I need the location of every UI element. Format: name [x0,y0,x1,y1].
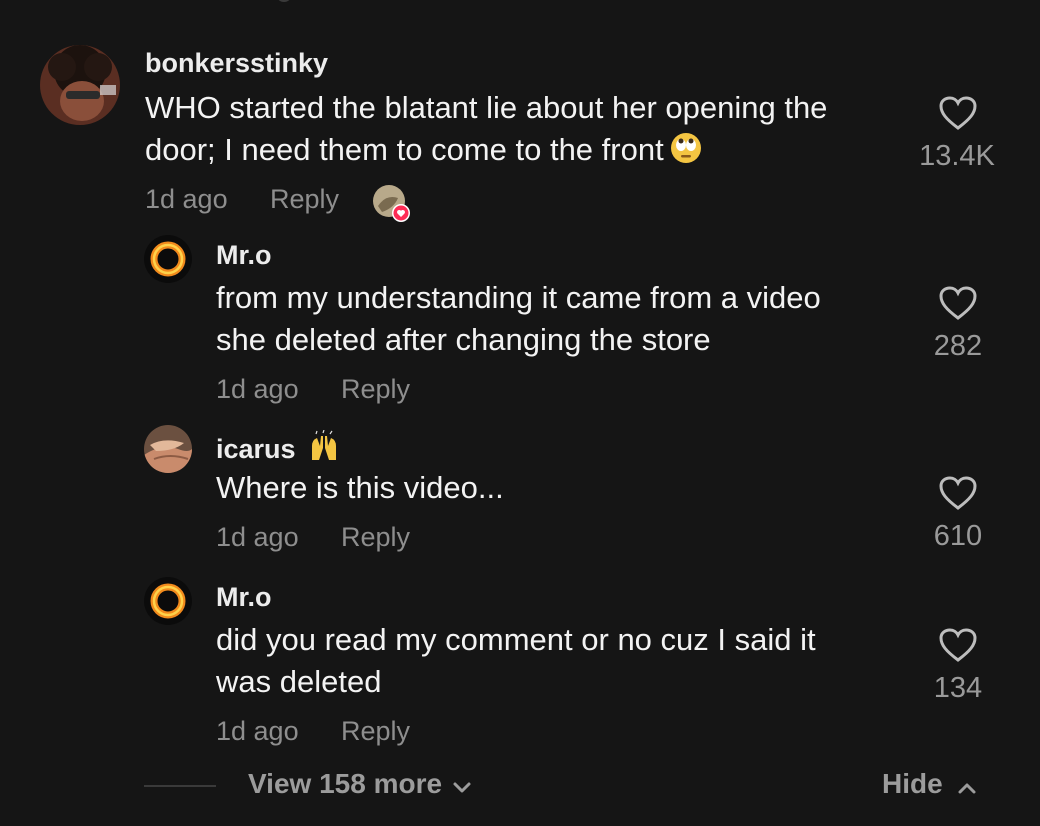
hide-replies-button[interactable]: Hide [882,768,977,802]
view-more-replies-button[interactable]: View 158 more [248,768,472,802]
reply-button[interactable]: Reply [270,184,339,215]
comment-text-line: WHO started the blatant lie about her op… [145,90,828,125]
divider-line [144,785,216,787]
username[interactable]: Mr.o [216,582,272,613]
like-count: 134 [933,672,983,704]
comment-time: 1d ago [216,522,299,552]
reply-button[interactable]: Reply [341,374,410,405]
avatar[interactable] [40,45,120,125]
chevron-up-icon [957,770,977,802]
previous-comment-fragment [278,0,290,2]
comment-time: 1d ago [216,716,299,746]
username[interactable]: bonkersstinky [145,48,328,79]
avatar[interactable] [144,577,192,625]
comment-text-line: was deleted [216,664,382,699]
raising-hands-icon [308,429,340,469]
comment-text-line: did you read my comment or no cuz I said… [216,622,816,657]
avatar[interactable] [144,235,192,283]
comment-text-line: she deleted after changing the store [216,322,711,357]
comment-text-line: Where is this video... [216,470,504,505]
comment-time: 1d ago [216,374,299,404]
heart-outline-icon[interactable] [938,95,978,131]
comment-text-line: door; I need them to come to the front [145,129,702,175]
heart-outline-icon[interactable] [938,285,978,321]
like-count: 13.4K [919,140,995,172]
face-with-rolling-eyes-icon [670,132,702,175]
comment-text-fragment: door; I need them to come to the front [145,132,664,167]
view-more-label: View 158 more [248,768,443,799]
avatar[interactable] [144,425,192,473]
username[interactable]: icarus [216,429,340,469]
hide-label: Hide [882,768,943,799]
like-count: 610 [933,520,983,552]
heart-outline-icon[interactable] [938,475,978,511]
reply-button[interactable]: Reply [341,716,410,747]
comment-time: 1d ago [145,184,228,214]
creator-liked-badge [372,184,412,224]
comment-text-line: from my understanding it came from a vid… [216,280,821,315]
chevron-down-icon [452,770,472,802]
username[interactable]: Mr.o [216,240,272,271]
like-count: 282 [933,330,983,362]
heart-outline-icon[interactable] [938,627,978,663]
reply-button[interactable]: Reply [341,522,410,553]
username-text: icarus [216,434,296,464]
